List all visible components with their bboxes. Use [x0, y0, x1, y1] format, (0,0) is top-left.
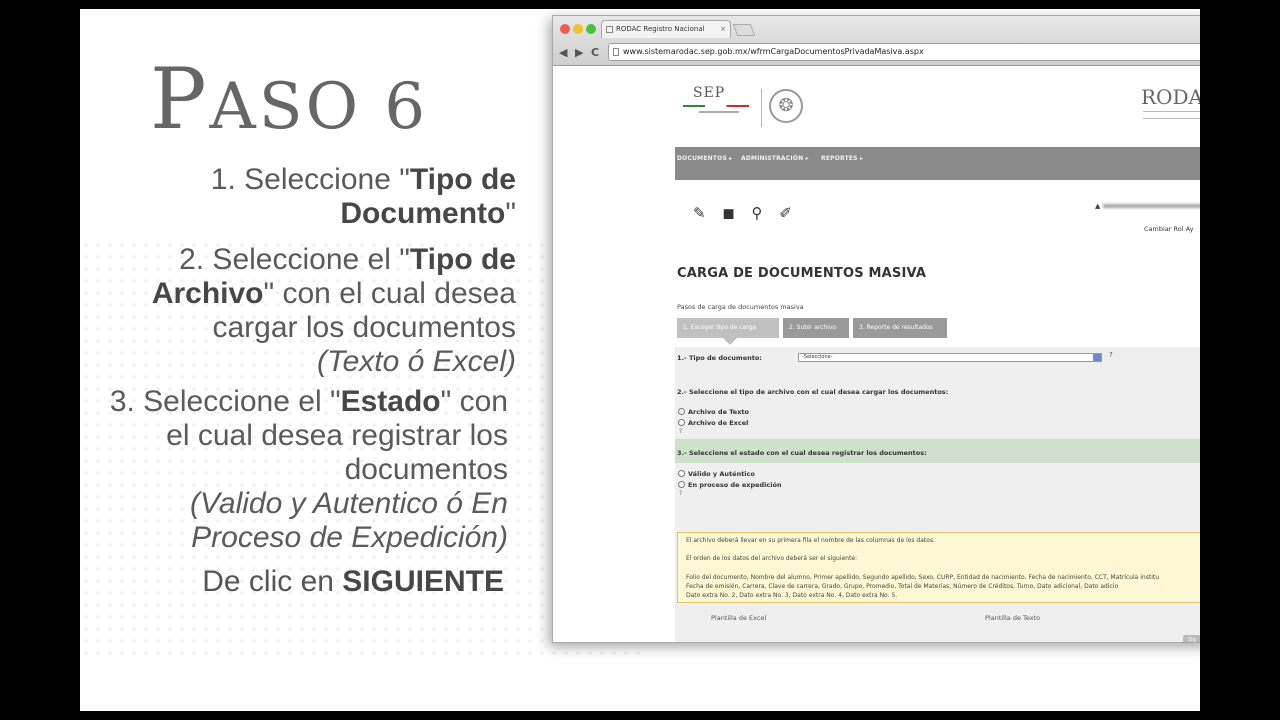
minimize-window-button[interactable]: [573, 24, 583, 34]
step-3: 3. Seleccione el "Estado" con el cual de…: [109, 385, 508, 554]
favicon-icon: [606, 26, 613, 33]
user-icon: ▲: [1095, 202, 1101, 210]
browser-tab[interactable]: RODAC Registro Nacional ×: [601, 20, 731, 38]
menu-documentos[interactable]: DOCUMENTOS ▸: [677, 155, 732, 162]
back-arrow-icon[interactable]: ◀: [559, 46, 567, 59]
cambiar-rol-link[interactable]: Cambiar Rol Ay: [1144, 225, 1193, 233]
web-page: SEP ❂ RODA DOCUMENTOS ▸ ADMINISTRACIÓN ▸…: [553, 67, 1200, 642]
toolbar-icons[interactable]: ✎ ◼ ⚲ ✐: [693, 204, 798, 222]
slide-title: PASO 6: [150, 50, 429, 148]
select-arrow-icon: [1093, 354, 1101, 361]
wizard-step-1[interactable]: 1. Escoger tipo de carga: [677, 318, 779, 345]
sep-logo-subtitle: [699, 111, 739, 113]
radio-icon: [678, 470, 685, 477]
help-icon[interactable]: ?: [679, 490, 682, 497]
siguiente-button[interactable]: Sig: [1183, 635, 1200, 642]
page-icon: [613, 48, 619, 56]
presentation-slide: PASO 6 1. Seleccione "Tipo de Documento"…: [80, 9, 1200, 711]
radio-archivo-texto[interactable]: Archivo de Texto: [678, 408, 749, 416]
radio-icon: [678, 408, 685, 415]
user-name: ▲: [1095, 202, 1200, 210]
step-2: 2. Seleccione el "Tipo de Archivo" con e…: [151, 243, 516, 378]
radio-valido-autentico[interactable]: Válido y Auténtico: [678, 470, 755, 478]
page-heading: CARGA DE DOCUMENTOS MASIVA: [677, 266, 927, 281]
tipo-documento-label: 1.- Tipo de documento:: [677, 354, 762, 362]
tipo-archivo-label: 2.- Seleccione el tipo de archivo con el…: [677, 388, 949, 396]
national-seal-icon: ❂: [769, 89, 803, 123]
logo-divider: [761, 89, 762, 127]
browser-chrome: RODAC Registro Nacional × ◀ ▶ C www.sist…: [553, 16, 1200, 66]
menu-administracion[interactable]: ADMINISTRACIÓN ▸: [741, 155, 809, 162]
help-icon[interactable]: ?: [1109, 351, 1113, 359]
format-note: El archivo deberá llevar en su primera f…: [677, 532, 1200, 603]
wizard-step-3[interactable]: 3. Reporte de resultados: [853, 318, 947, 338]
blurred-username: [1102, 204, 1200, 208]
rodac-logo-subtitle: [1143, 111, 1200, 119]
radio-en-proceso[interactable]: En proceso de expedición: [678, 481, 782, 489]
sep-logo: SEP: [693, 85, 726, 101]
instructions-panel: PASO 6 1. Seleccione "Tipo de Documento"…: [80, 9, 516, 711]
step-1: 1. Seleccione "Tipo de Documento": [210, 163, 516, 230]
zoom-window-button[interactable]: [586, 24, 596, 34]
address-bar[interactable]: www.sistemarodac.sep.gob.mx/wfrmCargaDoc…: [608, 43, 1200, 61]
close-tab-icon[interactable]: ×: [720, 21, 726, 38]
browser-window: RODAC Registro Nacional × ◀ ▶ C www.sist…: [552, 15, 1200, 643]
rodac-logo: RODA: [1141, 85, 1200, 109]
radio-icon: [678, 481, 685, 488]
menu-reportes[interactable]: REPORTES ▸: [821, 155, 863, 162]
main-menu: DOCUMENTOS ▸ ADMINISTRACIÓN ▸ REPORTES ▸: [675, 147, 1200, 180]
plantilla-excel-link[interactable]: Plantilla de Excel: [711, 614, 766, 622]
tipo-documento-select[interactable]: -Seleccione-: [798, 353, 1102, 362]
wizard-label: Pasos de carga de documentos masiva: [677, 303, 804, 311]
new-tab-button[interactable]: [732, 24, 756, 36]
call-to-action: De clic en SIGUIENTE: [202, 565, 504, 598]
radio-archivo-excel[interactable]: Archivo de Excel: [678, 419, 748, 427]
radio-icon: [678, 419, 685, 426]
help-icon[interactable]: ?: [679, 428, 682, 435]
sep-logo-stripe: [683, 105, 749, 107]
plantilla-texto-link[interactable]: Plantilla de Texto: [985, 614, 1040, 622]
reload-icon[interactable]: C: [591, 46, 599, 59]
close-window-button[interactable]: [560, 24, 570, 34]
estado-label: 3.- Seleccione el estado con el cual des…: [677, 449, 927, 457]
forward-arrow-icon[interactable]: ▶: [575, 46, 583, 59]
wizard-step-2[interactable]: 2. Subir archivo: [783, 318, 849, 338]
